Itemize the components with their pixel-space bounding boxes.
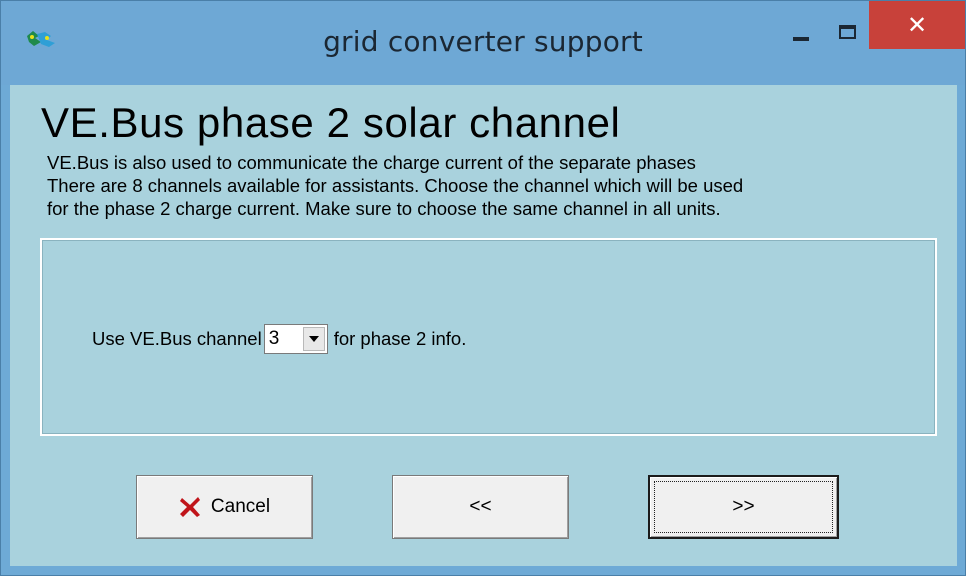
- minimize-icon: [793, 37, 809, 41]
- next-button[interactable]: >>: [648, 475, 839, 539]
- close-icon: ✕: [906, 11, 928, 39]
- description-line: for the phase 2 charge current. Make sur…: [47, 198, 721, 219]
- page-description: VE.Bus is also used to communicate the c…: [47, 151, 907, 220]
- page-title: VE.Bus phase 2 solar channel: [41, 99, 621, 146]
- channel-select[interactable]: 3: [263, 324, 328, 354]
- description-line: VE.Bus is also used to communicate the c…: [47, 152, 696, 173]
- maximize-button[interactable]: [821, 11, 873, 53]
- back-button-label: <<: [469, 496, 492, 517]
- channel-suffix-label: for phase 2 info.: [333, 328, 467, 349]
- maximize-icon: [838, 25, 856, 39]
- minimize-button[interactable]: [775, 11, 827, 53]
- channel-row: Use VE.Bus channel 3 for phase 2 info.: [92, 324, 466, 354]
- wizard-window: grid converter support ✕ VE.Bus phase 2 …: [0, 0, 966, 576]
- title-bar[interactable]: grid converter support ✕: [1, 1, 965, 85]
- focus-rectangle: [654, 481, 833, 533]
- back-button[interactable]: <<: [392, 475, 569, 539]
- wizard-content: VE.Bus phase 2 solar channel VE.Bus is a…: [10, 85, 957, 566]
- settings-panel: Use VE.Bus channel 3 for phase 2 info.: [40, 238, 937, 436]
- cancel-button[interactable]: Cancel: [136, 475, 313, 539]
- description-line: There are 8 channels available for assis…: [47, 175, 744, 196]
- dropdown-arrow-icon[interactable]: [302, 327, 325, 351]
- channel-prefix-label: Use VE.Bus channel: [92, 328, 262, 349]
- cancel-icon: [179, 496, 201, 518]
- cancel-button-label: Cancel: [210, 496, 271, 517]
- close-button[interactable]: ✕: [869, 1, 965, 49]
- channel-select-value: 3: [268, 328, 280, 349]
